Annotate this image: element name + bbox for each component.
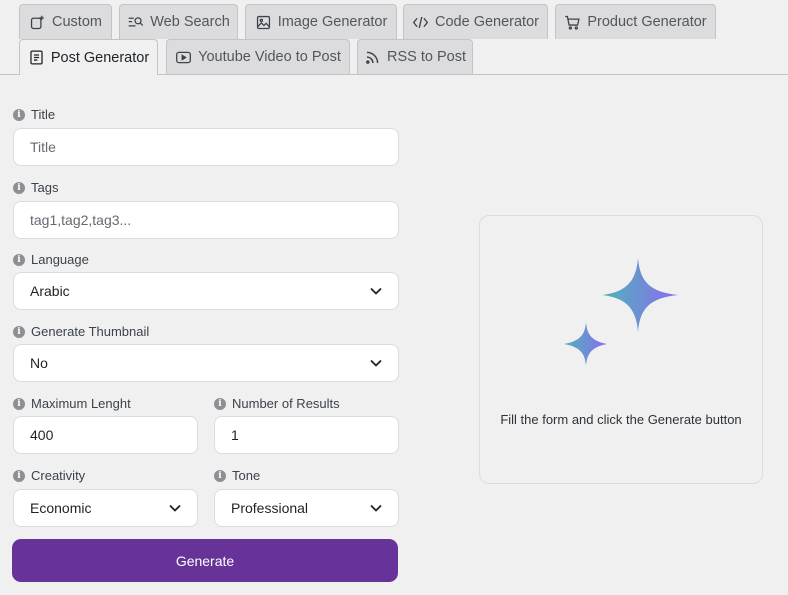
tab-custom[interactable]: Custom (19, 4, 112, 39)
tab-label: Post Generator (50, 49, 150, 66)
creativity-select-value: Economic (30, 500, 92, 516)
thumbnail-label: i Generate Thumbnail (13, 324, 149, 339)
title-input[interactable] (13, 128, 399, 166)
document-icon (30, 50, 43, 65)
output-panel: Fill the form and click the Generate but… (479, 215, 763, 484)
chevron-down-icon (169, 504, 181, 512)
creativity-select[interactable]: Economic (13, 489, 198, 527)
tone-select-value: Professional (231, 500, 309, 516)
tab-youtube-video-to-post[interactable]: Youtube Video to Post (166, 39, 350, 74)
generate-button[interactable]: Generate (12, 539, 398, 582)
tab-label: Custom (52, 14, 102, 30)
tab-label: Web Search (150, 14, 230, 30)
tab-rss-to-post[interactable]: RSS to Post (357, 39, 473, 74)
info-icon[interactable]: i (214, 397, 226, 410)
info-icon[interactable]: i (13, 325, 25, 338)
tab-web-search[interactable]: Web Search (119, 4, 238, 39)
sparkle-square-icon (30, 15, 44, 29)
thumbnail-select[interactable]: No (13, 344, 399, 382)
chevron-down-icon (370, 287, 382, 295)
tab-label: Product Generator (587, 14, 707, 30)
num-results-label: i Number of Results (214, 396, 340, 411)
image-icon (256, 15, 270, 29)
video-play-icon (176, 51, 192, 63)
max-length-label: i Maximum Lenght (13, 396, 131, 411)
tab-row-1: Custom Web Search Image Generator Code G… (0, 4, 788, 40)
tab-label: Youtube Video to Post (198, 49, 341, 65)
tags-label: i Tags (13, 180, 58, 195)
tab-product-generator[interactable]: Product Generator (555, 4, 716, 39)
tab-label: Image Generator (277, 14, 388, 30)
sparkles-icon (564, 258, 678, 366)
cart-icon (565, 15, 581, 30)
info-icon[interactable]: i (13, 253, 25, 266)
tab-row-2: Post Generator Youtube Video to Post RSS… (0, 39, 788, 75)
info-icon[interactable]: i (13, 469, 25, 482)
creativity-label: i Creativity (13, 468, 85, 483)
tab-label: RSS to Post (387, 49, 466, 65)
tab-post-generator[interactable]: Post Generator (19, 39, 158, 75)
info-icon[interactable]: i (13, 181, 25, 194)
code-icon (412, 16, 429, 28)
language-label: i Language (13, 252, 89, 267)
language-select[interactable]: Arabic (13, 272, 399, 310)
title-label: i Title (13, 107, 55, 122)
thumbnail-select-value: No (30, 355, 48, 371)
chevron-down-icon (370, 359, 382, 367)
tab-image-generator[interactable]: Image Generator (245, 4, 397, 39)
info-icon[interactable]: i (13, 108, 25, 121)
info-icon[interactable]: i (13, 397, 25, 410)
tab-label: Code Generator (435, 14, 539, 30)
language-select-value: Arabic (30, 283, 70, 299)
info-icon[interactable]: i (214, 469, 226, 482)
output-message: Fill the form and click the Generate but… (500, 412, 742, 427)
chevron-down-icon (370, 504, 382, 512)
tags-input[interactable] (13, 201, 399, 239)
tone-label: i Tone (214, 468, 260, 483)
rss-icon (366, 51, 379, 64)
num-results-input[interactable] (214, 416, 399, 454)
search-list-icon (128, 16, 144, 27)
tab-code-generator[interactable]: Code Generator (403, 4, 548, 39)
tone-select[interactable]: Professional (214, 489, 399, 527)
max-length-input[interactable] (13, 416, 198, 454)
